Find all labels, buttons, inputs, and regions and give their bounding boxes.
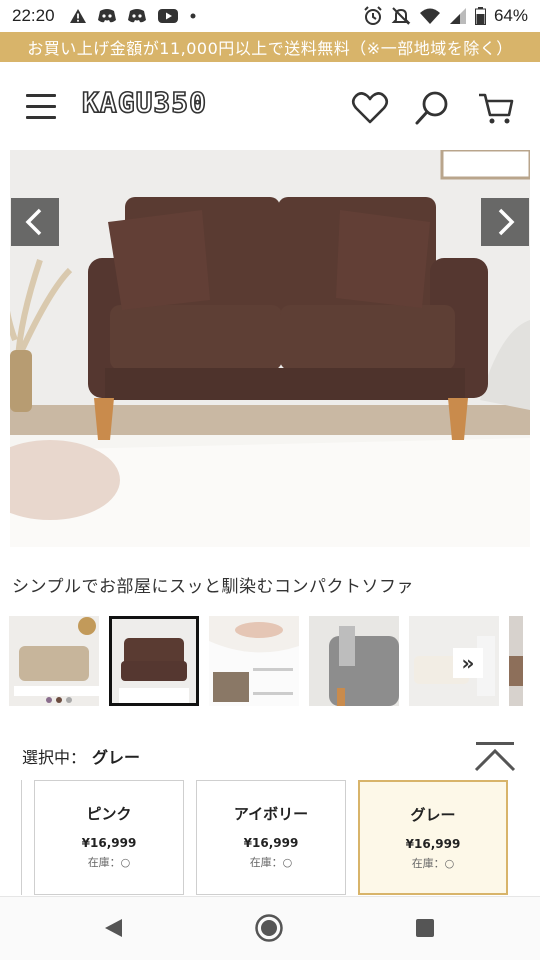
system-nav-bar xyxy=(0,896,540,960)
variant-card-selected[interactable]: グレー ¥16,999 在庫：○ xyxy=(358,780,508,895)
variant-price: ¥16,999 xyxy=(81,836,137,850)
home-icon[interactable] xyxy=(254,913,284,943)
dot-icon xyxy=(190,13,196,19)
variant-name: グレー xyxy=(410,806,456,824)
more-thumbnails-icon[interactable]: » xyxy=(453,648,483,678)
status-bar: 22:20 64% xyxy=(0,0,540,32)
status-time: 22:20 xyxy=(12,6,55,25)
selected-label: 選択中： xyxy=(22,748,87,767)
youtube-icon xyxy=(157,9,178,23)
variant-stock: 在庫：○ xyxy=(411,857,455,870)
thumbnail[interactable]: » xyxy=(409,616,499,706)
sofa-photo xyxy=(10,150,530,547)
variant-stock: 在庫：○ xyxy=(87,856,131,869)
thumbnail[interactable] xyxy=(309,616,399,706)
variant-card[interactable]: アイボリー ¥16,999 在庫：○ xyxy=(196,780,346,895)
prev-image-button[interactable] xyxy=(11,198,59,246)
battery-percent: 64% xyxy=(493,6,528,25)
thumbnail[interactable] xyxy=(509,616,523,706)
thumbnail-strip: » xyxy=(9,616,523,708)
thumbnail[interactable] xyxy=(209,616,299,706)
warning-icon xyxy=(69,9,86,23)
battery-icon xyxy=(474,7,486,25)
discord-icon xyxy=(127,9,146,23)
main-product-image[interactable] xyxy=(10,150,530,547)
next-image-button[interactable] xyxy=(481,198,529,246)
wifi-icon xyxy=(419,8,440,24)
thumbnail[interactable] xyxy=(9,616,99,706)
thumbnail[interactable] xyxy=(109,616,199,706)
promo-text: お買い上げ金額が11,000円以上で送料無料（※一部地域を除く） xyxy=(27,39,513,58)
mute-icon xyxy=(391,7,411,25)
product-title: シンプルでお部屋にスッと馴染むコンパクトソファ xyxy=(12,577,414,597)
scroll-up-icon xyxy=(474,742,516,772)
cart-icon[interactable] xyxy=(476,88,516,128)
site-logo[interactable]: KAGU350 xyxy=(81,85,207,120)
variant-card-partial[interactable] xyxy=(0,780,22,895)
alarm-icon xyxy=(364,6,382,25)
search-icon[interactable] xyxy=(412,88,452,128)
signal-icon xyxy=(449,8,466,24)
variant-price: ¥16,999 xyxy=(405,837,461,851)
scroll-to-top-button[interactable] xyxy=(466,738,524,782)
variant-name: ピンク xyxy=(86,805,132,823)
variant-card[interactable]: ピンク ¥16,999 在庫：○ xyxy=(34,780,184,895)
menu-icon[interactable] xyxy=(26,94,56,120)
selected-color: 選択中： グレー xyxy=(22,744,140,768)
discord-icon xyxy=(97,9,116,23)
heart-icon[interactable] xyxy=(350,88,390,128)
variant-list: ピンク ¥16,999 在庫：○ アイボリー ¥16,999 在庫：○ グレー … xyxy=(0,780,540,896)
variant-name: アイボリー xyxy=(233,805,309,823)
back-icon[interactable] xyxy=(98,913,128,943)
variant-stock: 在庫：○ xyxy=(249,856,293,869)
chevron-left-icon xyxy=(25,208,42,236)
recents-icon[interactable] xyxy=(410,913,440,943)
chevron-right-icon xyxy=(498,208,515,236)
site-header: KAGU350 xyxy=(0,62,540,150)
free-shipping-banner[interactable]: お買い上げ金額が11,000円以上で送料無料（※一部地域を除く） xyxy=(0,32,540,62)
variant-price: ¥16,999 xyxy=(243,836,299,850)
selected-value: グレー xyxy=(92,748,141,767)
